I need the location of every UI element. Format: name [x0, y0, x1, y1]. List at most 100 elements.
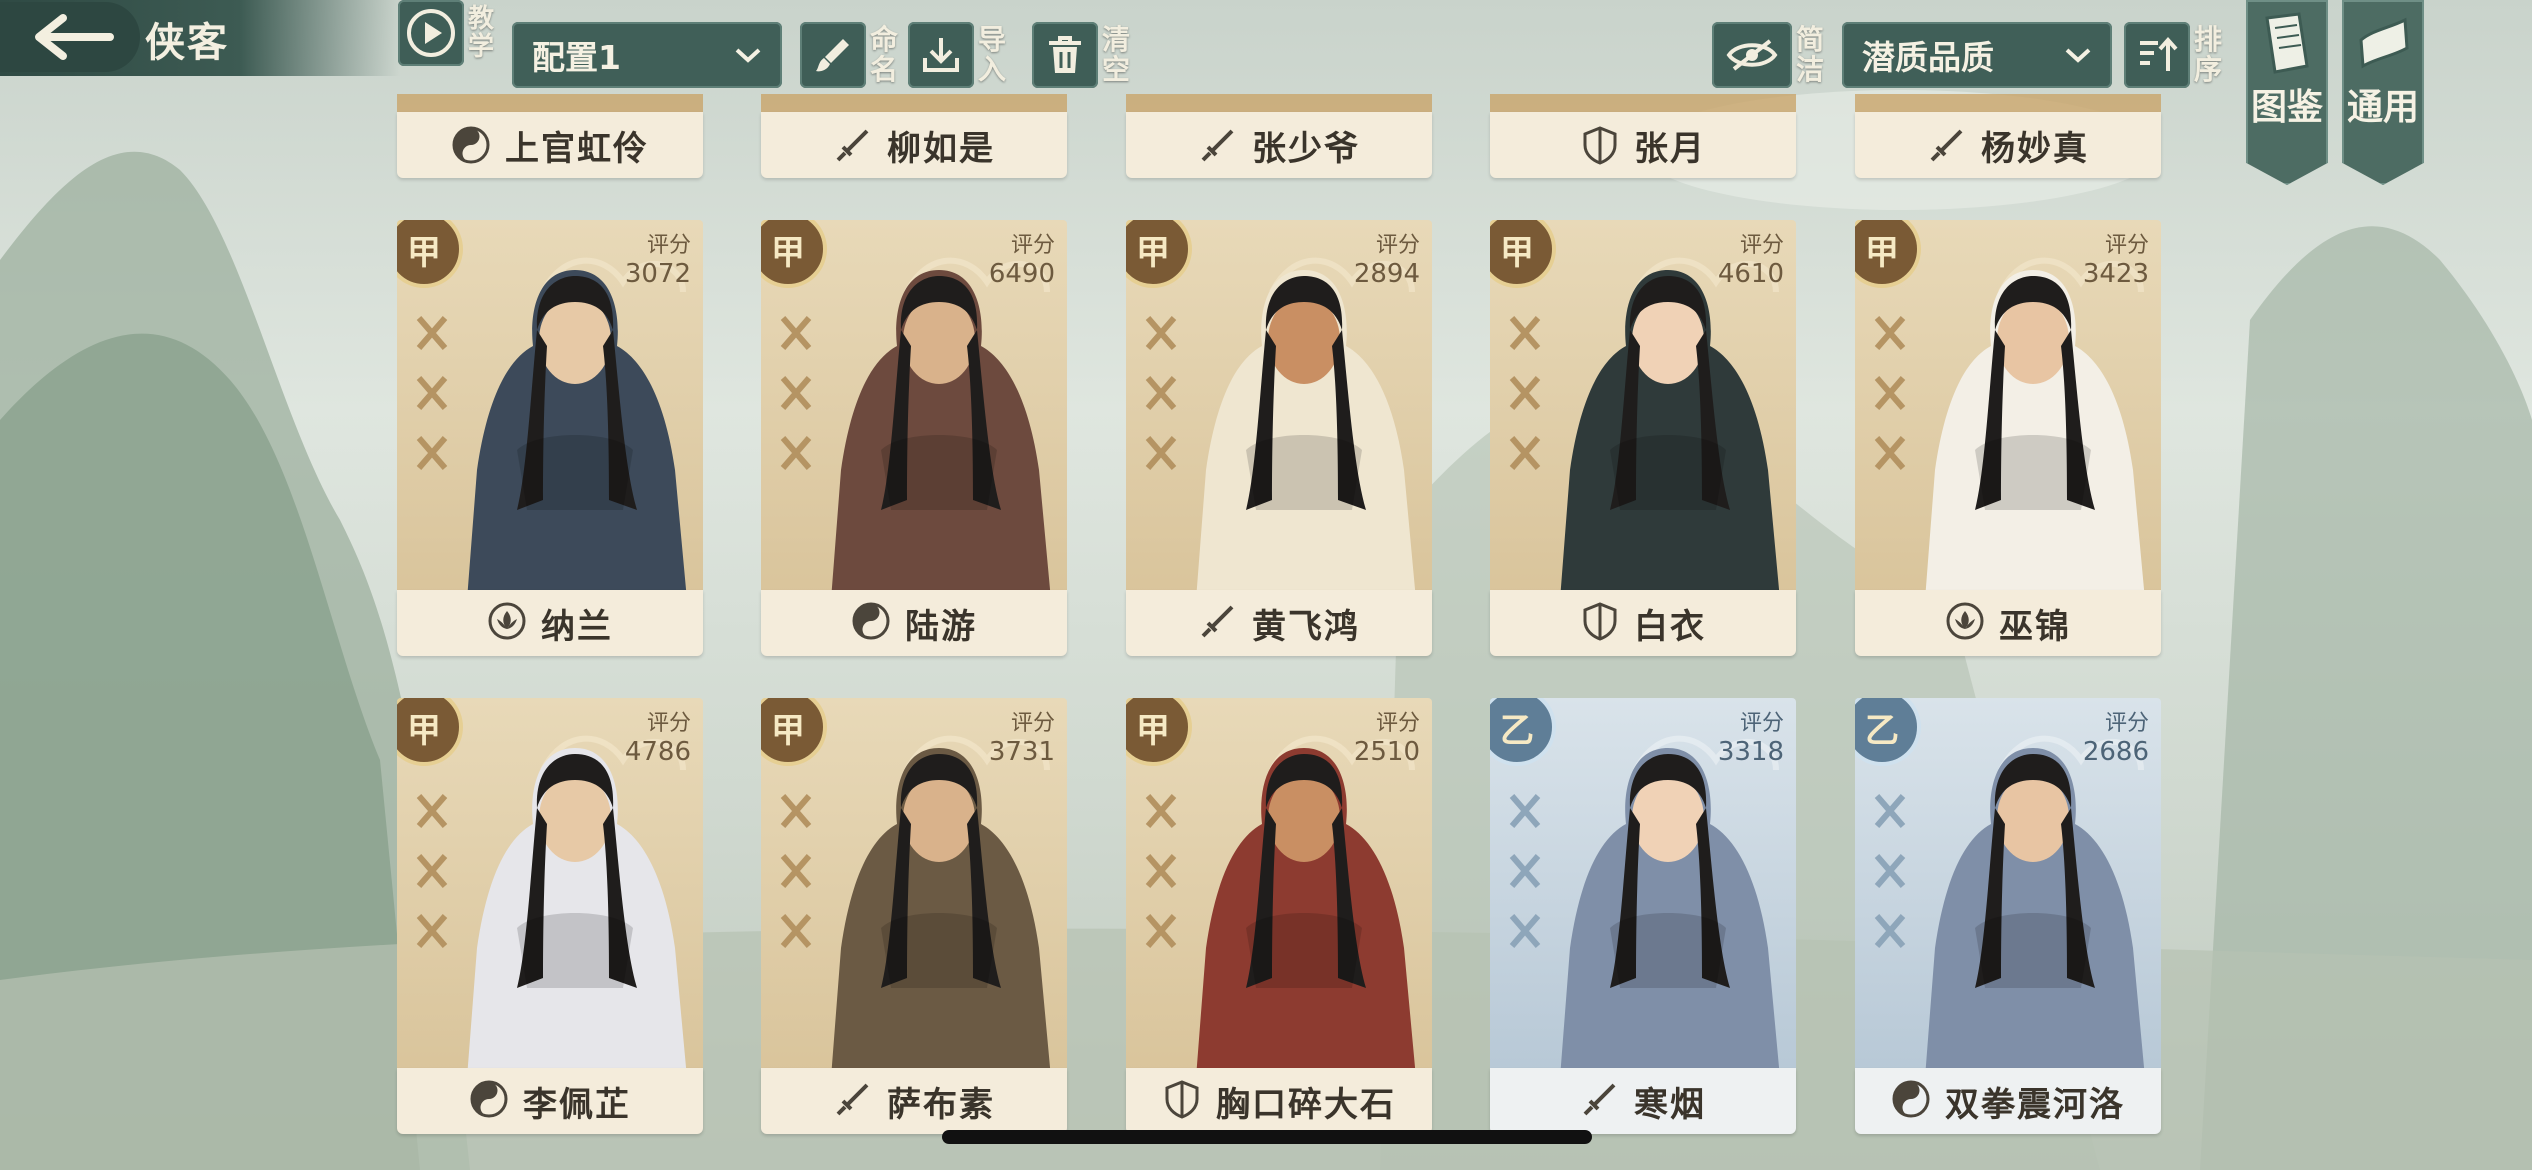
rename-button[interactable]: 命名 — [800, 22, 902, 88]
yin-yang-icon — [452, 126, 490, 164]
rename-label: 命名 — [870, 23, 899, 86]
score-display: 评分 3318 — [1718, 710, 1784, 766]
hero-figure — [1196, 270, 1416, 600]
hero-name: 杨妙真 — [1981, 128, 2089, 169]
hero-figure — [1560, 270, 1780, 600]
hero-card[interactable]: 甲 评分 2510 胸口碎大石 — [1126, 698, 1432, 1168]
hero-card[interactable]: 甲 评分 6490 陆游 — [761, 220, 1067, 690]
card-art-edge — [1490, 94, 1796, 114]
trash-icon — [1032, 22, 1098, 88]
hero-name: 李佩芷 — [523, 1084, 631, 1125]
card-nameplate: 上官虹伶 — [397, 112, 703, 178]
side-tab-codex-label: 图鉴 — [2250, 87, 2323, 128]
hero-name: 张少爷 — [1252, 128, 1360, 169]
hero-card-partial[interactable]: 杨妙真 — [1855, 94, 2161, 180]
download-icon — [908, 22, 974, 88]
score-display: 评分 4786 — [625, 710, 691, 766]
hero-name: 张月 — [1634, 128, 1706, 169]
hero-portrait: 甲 评分 4610 — [1490, 220, 1796, 600]
hero-name: 巫锦 — [1999, 606, 2071, 647]
score-label: 评分 — [1739, 233, 1784, 258]
card-nameplate: 双拳震河洛 — [1855, 1068, 2161, 1134]
card-nameplate: 萨布素 — [761, 1068, 1067, 1134]
hero-figure — [1560, 748, 1780, 1078]
import-button[interactable]: 导入 — [908, 22, 1010, 88]
hero-card-partial[interactable]: 柳如是 — [761, 94, 1067, 180]
hero-card[interactable]: 甲 评分 3072 纳兰 — [397, 220, 703, 690]
card-nameplate: 陆游 — [761, 590, 1067, 656]
sort-select-value: 潜质品质 — [1862, 38, 1994, 77]
sword-icon — [1930, 129, 1963, 162]
hero-figure — [1196, 748, 1416, 1078]
simple-view-button[interactable]: 简洁 — [1712, 22, 1828, 88]
side-tab-codex[interactable]: 图鉴 — [2246, 0, 2328, 185]
hero-card[interactable]: 甲 评分 3731 萨布素 — [761, 698, 1067, 1168]
hero-name: 上官虹伶 — [505, 128, 649, 169]
hero-portrait: 乙 评分 3318 — [1490, 698, 1796, 1078]
card-nameplate: 李佩芷 — [397, 1068, 703, 1134]
score-display: 评分 2894 — [1354, 232, 1420, 288]
hero-name: 寒烟 — [1634, 1084, 1706, 1125]
score-display: 评分 2510 — [1354, 710, 1420, 766]
simple-label: 简洁 — [1796, 23, 1825, 86]
score-display: 评分 6490 — [989, 232, 1055, 288]
card-nameplate: 寒烟 — [1490, 1068, 1796, 1134]
score-label: 评分 — [1739, 711, 1784, 736]
shield-icon — [1580, 601, 1620, 645]
card-nameplate: 胸口碎大石 — [1126, 1068, 1432, 1134]
hero-card-partial[interactable]: 张少爷 — [1126, 94, 1432, 180]
back-arrow-icon — [35, 14, 114, 60]
score-display: 评分 3423 — [2083, 232, 2149, 288]
score-value: 4610 — [1717, 259, 1784, 289]
shield-icon — [1583, 126, 1617, 165]
sort-icon — [2124, 22, 2190, 88]
home-indicator — [942, 1130, 1592, 1144]
hero-card[interactable]: 甲 评分 2894 黄飞鸿 — [1126, 220, 1432, 690]
hero-figure — [467, 270, 687, 600]
score-display: 评分 2686 — [2083, 710, 2149, 766]
back-header: 侠客 — [0, 0, 400, 76]
sort-button[interactable]: 排序 — [2124, 22, 2226, 88]
hero-card-partial[interactable]: 上官虹伶 — [397, 94, 703, 180]
hero-name: 白衣 — [1634, 606, 1706, 647]
hero-card[interactable]: 乙 评分 3318 寒烟 — [1490, 698, 1796, 1168]
hero-name: 柳如是 — [887, 128, 995, 169]
sort-label: 排序 — [2194, 23, 2223, 86]
hero-card[interactable]: 甲 评分 3423 巫锦 — [1855, 220, 2161, 690]
hero-card[interactable]: 甲 评分 4786 李佩芷 — [397, 698, 703, 1168]
score-label: 评分 — [646, 233, 691, 258]
book-icon — [2265, 12, 2309, 74]
sort-select[interactable]: 潜质品质 — [1842, 22, 2112, 88]
tutorial-button[interactable]: 教学 — [398, 0, 500, 66]
score-display: 评分 3072 — [625, 232, 691, 288]
hero-name: 纳兰 — [541, 606, 613, 647]
card-nameplate: 杨妙真 — [1855, 112, 2161, 178]
hero-card[interactable]: 乙 评分 2686 双拳震河洛 — [1855, 698, 2161, 1168]
clear-label: 清空 — [1102, 23, 1131, 86]
chevron-down-icon — [735, 48, 761, 63]
score-label: 评分 — [1010, 233, 1055, 258]
card-nameplate: 巫锦 — [1855, 590, 2161, 656]
shield-icon — [1162, 1079, 1202, 1123]
config-select-value: 配置1 — [532, 38, 621, 77]
hero-portrait: 甲 评分 6490 — [761, 220, 1067, 600]
hero-portrait: 甲 评分 3423 — [1855, 220, 2161, 600]
score-value: 3072 — [624, 259, 691, 289]
clear-button[interactable]: 清空 — [1032, 22, 1134, 88]
score-label: 评分 — [2104, 233, 2149, 258]
card-art-edge — [397, 94, 703, 114]
card-nameplate: 黄飞鸿 — [1126, 590, 1432, 656]
back-button[interactable] — [0, 2, 140, 72]
card-art-edge — [1855, 94, 2161, 114]
chevron-down-icon — [2065, 48, 2091, 63]
card-art-edge — [761, 94, 1067, 114]
config-select[interactable]: 配置1 — [512, 22, 782, 88]
tutorial-label: 教学 — [468, 4, 495, 62]
lotus-icon — [487, 601, 527, 645]
hero-card[interactable]: 甲 评分 4610 白衣 — [1490, 220, 1796, 690]
side-tab-general[interactable]: 通用 — [2342, 0, 2424, 185]
hero-card-partial[interactable]: 张月 — [1490, 94, 1796, 180]
card-nameplate: 白衣 — [1490, 590, 1796, 656]
side-tab-general-label: 通用 — [2346, 87, 2419, 128]
card-nameplate: 纳兰 — [397, 590, 703, 656]
